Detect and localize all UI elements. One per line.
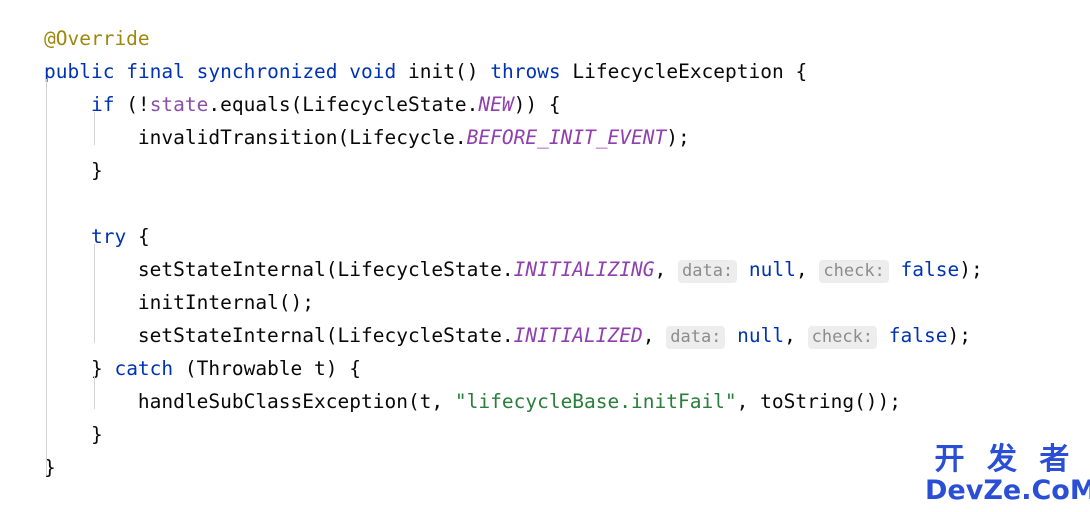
token-plain: (Throwable t) { <box>173 357 361 380</box>
token-kw: try <box>90 225 127 248</box>
line-10-set-state-initialized[interactable]: setStateInternal(LifecycleState.INITIALI… <box>44 319 1084 352</box>
token-constant: INITIALIZING <box>513 258 655 281</box>
code-lines[interactable]: @Override public final synchronized void … <box>44 22 1084 484</box>
token-plain: } <box>90 159 103 182</box>
guide-method-body <box>46 79 47 475</box>
line-4-invalid-transition[interactable]: invalidTransition(Lifecycle.BEFORE_INIT_… <box>44 121 1084 154</box>
token-plain: , <box>642 324 667 347</box>
line-1-override[interactable]: @Override <box>44 22 1084 55</box>
token-plain: { <box>783 60 808 83</box>
token-kw: null <box>737 324 785 347</box>
token-hint: data: <box>677 260 738 283</box>
token-kw: public <box>44 60 115 83</box>
token-plain: ); <box>959 258 983 281</box>
token-kw: void <box>349 60 397 83</box>
token-plain: (! <box>114 93 150 116</box>
guide-try-body <box>94 244 95 343</box>
line-7-try[interactable]: try { <box>44 220 1084 253</box>
token-plain: handleSubClassException(t, <box>137 390 455 413</box>
code-editor-viewport: @Override public final synchronized void … <box>0 0 1090 512</box>
line-8-set-state-initializing[interactable]: setStateInternal(LifecycleState.INITIALI… <box>44 253 1084 286</box>
token-kw: throws <box>490 60 561 83</box>
token-plain: setStateInternal(LifecycleState. <box>137 258 514 281</box>
token-ident: init <box>408 60 455 83</box>
token-kw: false <box>888 324 948 347</box>
line-12-handle-subclass-exception[interactable]: handleSubClassException(t, "lifecycleBas… <box>44 385 1084 418</box>
token-kw: final <box>126 60 185 83</box>
token-hint: check: <box>807 326 878 349</box>
token-plain: { <box>126 225 150 248</box>
token-plain: invalidTransition(Lifecycle. <box>137 126 467 149</box>
token-plain: , toString()); <box>736 390 902 413</box>
line-6-blank[interactable] <box>44 187 1084 220</box>
token-kw: false <box>900 258 960 281</box>
token-plain: ); <box>947 324 971 347</box>
token-field: state <box>149 93 209 116</box>
token-plain: ); <box>666 126 690 149</box>
token-plain: initInternal(); <box>137 291 315 314</box>
guide-catch-body <box>94 376 95 409</box>
token-hint: check: <box>819 260 889 283</box>
token-hint: data: <box>666 326 726 349</box>
token-plain: .equals(LifecycleState. <box>208 93 479 116</box>
token-plain: , <box>784 324 808 347</box>
token-plain: () <box>454 60 491 83</box>
token-plain: setStateInternal(LifecycleState. <box>137 324 514 347</box>
token-kw: catch <box>114 357 174 380</box>
token-constant: INITIALIZED <box>513 324 643 347</box>
token-constant: NEW <box>478 93 514 116</box>
token-plain: , <box>795 258 820 281</box>
line-5-close-if[interactable]: } <box>44 154 1084 187</box>
watermark-chinese-text: 开 发 者 <box>934 442 1076 477</box>
token-plain: )) { <box>513 93 561 116</box>
token-constant: BEFORE_INIT_EVENT <box>466 126 667 149</box>
token-ident: LifecycleException <box>572 60 784 83</box>
line-2-method-signature[interactable]: public final synchronized void init() th… <box>44 55 1084 88</box>
line-9-init-internal[interactable]: initInternal(); <box>44 286 1084 319</box>
line-3-if-state[interactable]: if (!state.equals(LifecycleState.NEW)) { <box>44 88 1084 121</box>
token-anno: @Override <box>44 27 150 50</box>
token-kw: null <box>748 258 796 281</box>
token-plain: } <box>90 423 103 446</box>
code-lines-container[interactable]: @Override public final synchronized void … <box>44 22 1084 484</box>
guide-if-body <box>94 112 95 145</box>
line-11-catch[interactable]: } catch (Throwable t) { <box>44 352 1084 385</box>
token-plain: , <box>654 258 678 281</box>
site-watermark: 开 发 者 DevZe.CoM <box>925 442 1090 510</box>
token-str: "lifecycleBase.initFail" <box>454 390 737 413</box>
token-kw: synchronized <box>196 60 338 83</box>
watermark-latin-text: DevZe.CoM <box>925 475 1090 506</box>
